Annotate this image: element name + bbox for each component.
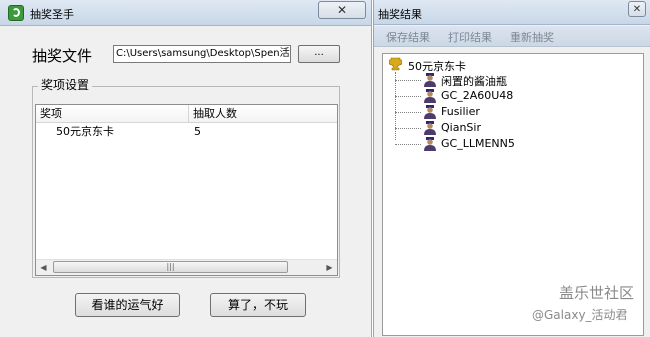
menu-print-results[interactable]: 打印结果	[448, 29, 492, 45]
user-icon	[424, 89, 436, 103]
horizontal-scrollbar[interactable]: ◀ ||| ▶	[36, 259, 337, 275]
list-header: 奖项 抽取人数	[36, 105, 337, 123]
trophy-icon	[389, 57, 402, 71]
winner-name: Fusilier	[441, 105, 480, 118]
quit-button[interactable]: 算了，不玩	[210, 293, 306, 317]
tree-branch-line	[395, 80, 421, 81]
count-cell: 5	[194, 125, 201, 138]
menu-save-results[interactable]: 保存结果	[386, 29, 430, 45]
file-label: 抽奖文件	[32, 47, 93, 65]
table-row[interactable]: 50元京东卡 5	[36, 124, 337, 140]
prize-cell: 50元京东卡	[56, 125, 114, 138]
watermark-handle: @Galaxy_活动君	[532, 308, 628, 322]
scroll-thumb[interactable]: |||	[53, 261, 288, 273]
user-icon	[424, 137, 436, 151]
lottery-main-window: 抽奖圣手 ✕ 抽奖文件 C:\Users\samsung\Desktop\Spe…	[0, 0, 372, 337]
scroll-right-icon[interactable]: ▶	[322, 260, 337, 275]
title-bar: 抽奖圣手 ✕	[0, 0, 371, 26]
winner-name: GC_LLMENN5	[441, 137, 515, 150]
results-title-bar: 抽奖结果 ✕	[374, 0, 650, 25]
tree-branch-line	[395, 112, 421, 113]
tree-branch-line	[395, 96, 421, 97]
watermark-community: 盖乐世社区	[559, 284, 635, 302]
column-header-count[interactable]: 抽取人数	[189, 105, 337, 122]
user-icon	[424, 105, 436, 119]
window-title: 抽奖圣手	[30, 8, 74, 21]
results-menu-bar: 保存结果 打印结果 重新抽奖	[374, 26, 650, 47]
column-header-prize[interactable]: 奖项	[36, 105, 189, 122]
results-close-button[interactable]: ✕	[628, 1, 646, 17]
prize-settings-title: 奖项设置	[38, 76, 93, 93]
tree-branch-line	[395, 128, 421, 129]
app-logo-icon	[8, 5, 24, 21]
file-path-input[interactable]: C:\Users\samsung\Desktop\Spen活	[113, 45, 291, 63]
winner-name: GC_2A60U48	[441, 89, 514, 102]
winner-name: 闲置的酱油瓶	[441, 75, 507, 88]
draw-button[interactable]: 看谁的运气好	[75, 293, 180, 317]
user-icon	[424, 73, 436, 87]
browse-button[interactable]: ...	[298, 45, 340, 63]
tree-branch-line	[395, 144, 421, 145]
close-button[interactable]: ✕	[318, 1, 366, 19]
tree-root-prize[interactable]: 50元京东卡	[408, 58, 466, 74]
tree-connector	[395, 72, 396, 140]
prize-list[interactable]: 奖项 抽取人数 50元京东卡 5 ◀ ||| ▶	[35, 104, 338, 276]
winner-name: QianSir	[441, 121, 481, 134]
user-icon	[424, 121, 436, 135]
scroll-left-icon[interactable]: ◀	[36, 260, 51, 275]
results-window-title: 抽奖结果	[378, 8, 422, 21]
menu-redraw[interactable]: 重新抽奖	[510, 29, 554, 45]
